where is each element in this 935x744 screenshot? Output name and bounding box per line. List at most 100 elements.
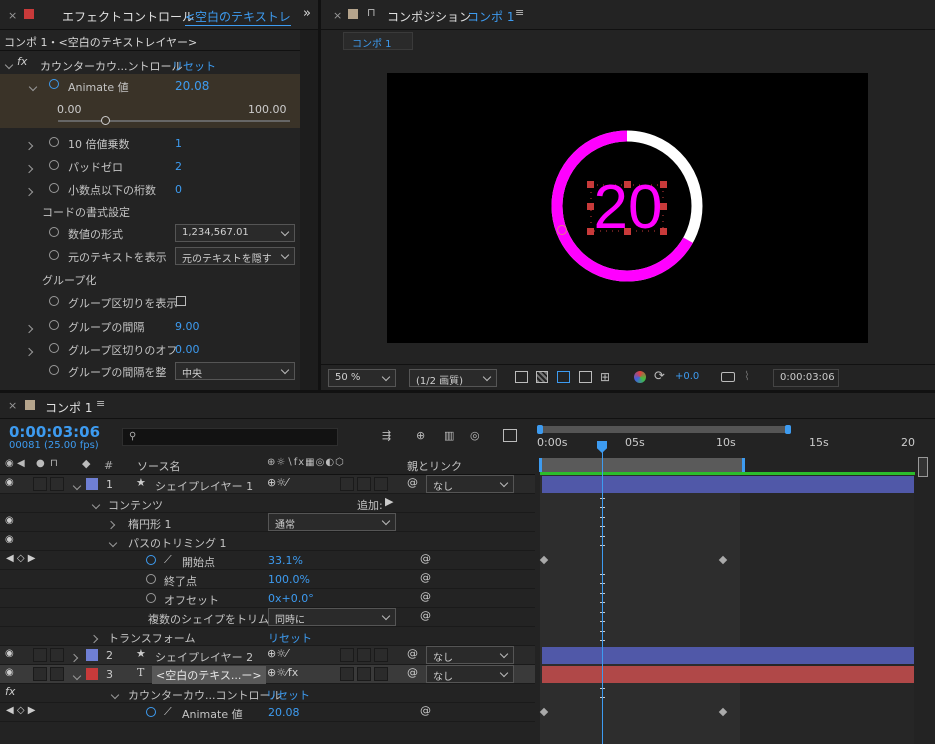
layer-switches-icon[interactable]: ⊕☼⁄	[267, 647, 288, 660]
group-sep-offset-row[interactable]: グループ区切りのオフ 0.00	[0, 338, 300, 360]
expand-chevron-icon[interactable]	[28, 80, 38, 93]
group-spacing-value[interactable]: 9.00	[175, 320, 200, 333]
close-icon[interactable]: ×	[333, 9, 342, 22]
keyframe-nav-icon[interactable]: ◀ ◇ ▶	[6, 553, 35, 564]
stopwatch-icon[interactable]	[49, 79, 59, 89]
switch-cell[interactable]	[374, 477, 388, 491]
stopwatch-icon[interactable]	[49, 320, 59, 330]
stopwatch-icon[interactable]	[49, 343, 59, 353]
eye-icon[interactable]: ◉	[5, 667, 14, 678]
start-value[interactable]: 33.1%	[268, 554, 303, 567]
parent-dropdown[interactable]: なし	[426, 475, 514, 493]
solo-cell[interactable]	[50, 648, 64, 662]
comp-timecode[interactable]: 0:00:03:06	[773, 369, 839, 387]
timeline-track-area[interactable]	[540, 475, 740, 744]
layer-row-1[interactable]: ◉ 1 ★ シェイプレイヤー 1 ⊕☼⁄ @ なし	[0, 475, 535, 494]
stopwatch-icon[interactable]	[146, 574, 156, 584]
video-toggle-icon[interactable]: ◉	[5, 458, 14, 469]
stopwatch-icon[interactable]	[49, 183, 59, 193]
stopwatch-icon[interactable]	[49, 250, 59, 260]
transform-row[interactable]: トランスフォーム リセット	[0, 627, 535, 646]
mask-path-icon[interactable]	[557, 371, 570, 383]
solo-toggle-icon[interactable]: ●	[36, 458, 45, 469]
animate-value-number[interactable]: 20.08	[175, 79, 209, 93]
timeline-search-input[interactable]: ⚲	[122, 428, 338, 446]
prop-row-decimals[interactable]: 小数点以下の桁数 0	[0, 178, 300, 200]
animate-slider-thumb[interactable]	[100, 116, 110, 125]
offset-row[interactable]: オフセット 0x+0.0° @	[0, 589, 535, 608]
frame-blending-icon[interactable]: ◎	[470, 429, 480, 442]
show-original-dropdown[interactable]: 元のテキストを隠す	[175, 247, 295, 265]
safe-margins-icon[interactable]	[579, 371, 592, 383]
bbox-handle[interactable]	[660, 228, 667, 235]
bbox-handle[interactable]	[624, 228, 631, 235]
stopwatch-icon[interactable]	[146, 593, 156, 603]
stopwatch-icon[interactable]	[49, 365, 59, 375]
show-snapshot-icon[interactable]: ⌇	[744, 369, 750, 383]
lock-icon[interactable]: ⊓	[50, 458, 58, 469]
timeline-timecode[interactable]: 0:00:03:06	[9, 423, 100, 441]
label-tag-icon[interactable]: ◆	[82, 457, 90, 470]
composition-tab-comp[interactable]: コンポ 1	[467, 8, 514, 25]
layer-row-2[interactable]: ◉ 2 ★ シェイプレイヤー 2 ⊕☼⁄ @ なし	[0, 646, 535, 665]
layer-switches-icon[interactable]: ⊕☼⁄	[267, 476, 288, 489]
expand-chevron-icon[interactable]	[108, 536, 118, 549]
transform-reset-link[interactable]: リセット	[268, 630, 312, 646]
expand-chevron-icon[interactable]	[110, 688, 120, 701]
lock-icon[interactable]: ⊓	[367, 6, 376, 19]
expand-chevron-icon[interactable]	[24, 139, 34, 152]
layer-switches-icon[interactable]: ⊕☼⁄fx	[267, 666, 298, 679]
graph-editor-icon[interactable]	[503, 429, 517, 442]
close-icon[interactable]: ×	[8, 9, 17, 22]
resolution-dropdown[interactable]: (1/2 画質)	[409, 369, 497, 387]
layer-name[interactable]: シェイプレイヤー 1	[155, 478, 253, 494]
stopwatch-icon[interactable]	[49, 296, 59, 306]
solo-cell[interactable]	[50, 477, 64, 491]
animate-row[interactable]: ◀ ◇ ▶ ⟋ Animate 値 20.08 @	[0, 703, 535, 722]
parent-dropdown[interactable]: なし	[426, 646, 514, 664]
work-area-bar[interactable]	[539, 458, 745, 472]
switch-cell[interactable]	[340, 477, 354, 491]
source-name-header[interactable]: ソース名	[137, 458, 180, 474]
snapshot-icon[interactable]	[721, 372, 735, 382]
parent-link-header[interactable]: 親とリンク	[407, 458, 462, 474]
prop-value[interactable]: 1	[175, 137, 182, 150]
switch-cell[interactable]	[374, 667, 388, 681]
solo-cell[interactable]	[50, 667, 64, 681]
stopwatch-icon[interactable]	[49, 137, 59, 147]
eye-icon[interactable]: ◉	[5, 534, 14, 545]
group-sep-checkbox[interactable]	[176, 296, 186, 306]
fx-icon[interactable]: fx	[5, 685, 15, 698]
end-marker[interactable]	[918, 457, 928, 477]
blend-mode-dropdown[interactable]: 通常	[268, 513, 396, 531]
shy-layers-icon[interactable]: ▥	[444, 429, 454, 442]
stopwatch-icon[interactable]	[146, 555, 156, 565]
bbox-handle[interactable]	[587, 203, 594, 210]
work-area-navigator[interactable]	[537, 425, 791, 434]
number-format-dropdown[interactable]: 1,234,567.01	[175, 224, 295, 242]
pickwhip-icon[interactable]: @	[420, 571, 431, 584]
switch-cell[interactable]	[340, 667, 354, 681]
graph-icon[interactable]: ⟋	[164, 553, 172, 567]
layer-name[interactable]: <空白のテキス...ー>	[152, 666, 266, 684]
pickwhip-icon[interactable]: @	[407, 666, 418, 679]
trim-paths-row[interactable]: ◉ パスのトリミング 1	[0, 532, 535, 551]
layer-bar-3[interactable]	[542, 666, 914, 683]
fx-icon[interactable]: fx	[17, 55, 27, 68]
time-ruler[interactable]: 0:00s 05s 10s 15s 20	[535, 421, 935, 472]
timeline-tab-title[interactable]: コンポ 1	[45, 399, 92, 416]
exposure-value[interactable]: +0.0	[675, 371, 699, 382]
bbox-handle[interactable]	[660, 181, 667, 188]
fast-preview-icon[interactable]	[515, 371, 528, 383]
switch-cell[interactable]	[340, 648, 354, 662]
ellipse-row[interactable]: ◉ 楕円形 1 通常	[0, 513, 535, 532]
grid-guides-icon[interactable]: ⊞	[600, 370, 610, 384]
pickwhip-icon[interactable]: @	[420, 590, 431, 603]
expand-chevron-icon[interactable]	[24, 162, 34, 175]
switch-cell[interactable]	[357, 648, 371, 662]
layer-bar-1[interactable]	[542, 476, 914, 493]
bbox-handle[interactable]	[660, 203, 667, 210]
switch-cell[interactable]	[357, 667, 371, 681]
bbox-handle[interactable]	[624, 181, 631, 188]
anchor-point-icon[interactable]	[557, 225, 567, 235]
